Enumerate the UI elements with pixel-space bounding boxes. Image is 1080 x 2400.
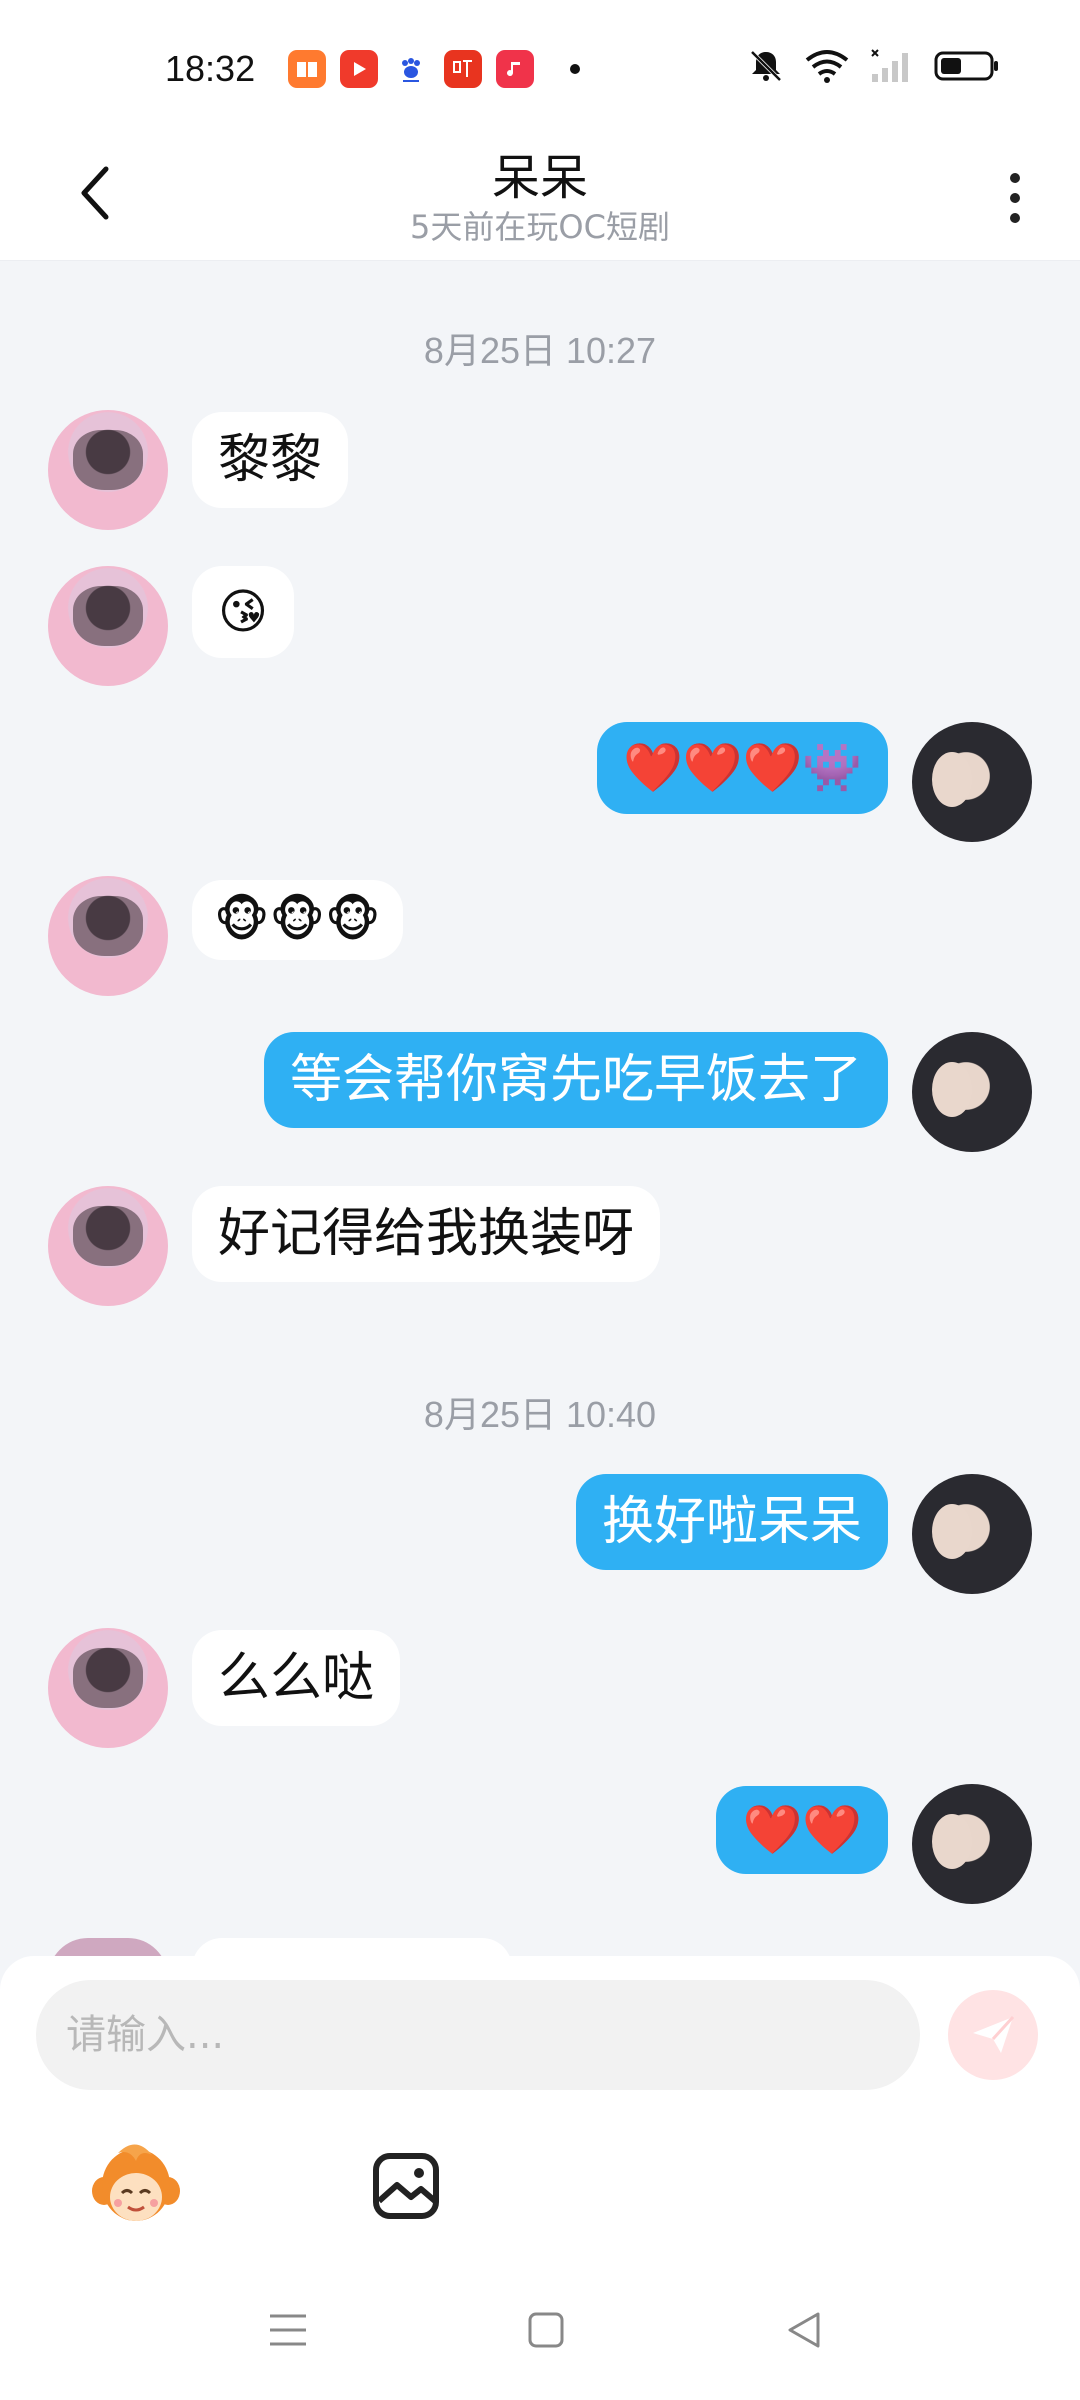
user-avatar[interactable] bbox=[912, 1784, 1032, 1904]
battery-icon bbox=[934, 51, 998, 81]
message-input[interactable] bbox=[36, 1980, 920, 2090]
user-avatar[interactable] bbox=[912, 1474, 1032, 1594]
incoming-message[interactable]: 🐵🐵🐵 bbox=[192, 880, 403, 960]
video-play-app-icon bbox=[340, 50, 378, 88]
status-app-icons bbox=[288, 50, 580, 88]
contact-avatar[interactable] bbox=[48, 410, 168, 530]
more-dot-icon bbox=[1010, 173, 1020, 183]
ting-audio-app-icon bbox=[444, 50, 482, 88]
incoming-message[interactable]: 好记得给我换装呀 bbox=[192, 1186, 661, 1282]
music-note-app-icon bbox=[496, 50, 534, 88]
chat-header: 呆呆 5天前在玩OC短剧 bbox=[0, 130, 1080, 261]
monkey-emoji-icon bbox=[92, 2144, 180, 2221]
emoji-button[interactable] bbox=[86, 2136, 186, 2236]
send-button[interactable] bbox=[948, 1990, 1038, 2080]
outgoing-message[interactable]: ❤️❤️❤️👾 bbox=[596, 722, 888, 814]
contact-avatar[interactable] bbox=[48, 1628, 168, 1748]
contact-avatar[interactable] bbox=[48, 876, 168, 996]
incoming-message[interactable]: 😘 bbox=[192, 566, 295, 658]
user-avatar[interactable] bbox=[912, 722, 1032, 842]
chat-title: 呆呆 bbox=[491, 150, 588, 206]
home-nav-button[interactable] bbox=[516, 2300, 576, 2360]
message-timestamp: 8月25日 10:27 bbox=[423, 330, 657, 371]
menu-nav-button[interactable] bbox=[258, 2300, 318, 2360]
mute-bell-icon bbox=[750, 50, 782, 82]
outgoing-message[interactable]: 等会帮你窝先吃早饭去了 bbox=[263, 1032, 888, 1128]
outgoing-message[interactable]: 换好啦呆呆 bbox=[575, 1474, 888, 1570]
baidu-paw-app-icon bbox=[392, 50, 430, 88]
more-dot-icon bbox=[1010, 193, 1020, 203]
status-right-icons bbox=[748, 48, 1000, 84]
menu-nav-icon bbox=[270, 2314, 306, 2346]
status-bar: 18:32 bbox=[0, 0, 1080, 130]
back-nav-button[interactable] bbox=[774, 2300, 834, 2360]
contact-avatar[interactable] bbox=[48, 566, 168, 686]
image-picker-button[interactable] bbox=[356, 2136, 456, 2236]
paper-plane-icon bbox=[973, 2015, 1015, 2053]
signal-icon bbox=[871, 49, 908, 82]
chat-subtitle: 5天前在玩OC短剧 bbox=[410, 208, 670, 246]
more-options-button[interactable] bbox=[990, 158, 1040, 238]
book-app-icon bbox=[288, 50, 326, 88]
outgoing-message[interactable]: ❤️❤️ bbox=[716, 1786, 888, 1874]
image-icon bbox=[373, 2153, 439, 2219]
back-nav-icon bbox=[788, 2312, 820, 2348]
notification-dot bbox=[570, 64, 580, 74]
status-time: 18:32 bbox=[165, 48, 256, 89]
contact-avatar[interactable] bbox=[48, 1186, 168, 1306]
incoming-message[interactable]: 么么哒 bbox=[192, 1630, 401, 1726]
more-dot-icon bbox=[1010, 213, 1020, 223]
message-timestamp: 8月25日 10:40 bbox=[423, 1394, 657, 1435]
home-nav-icon bbox=[528, 2312, 564, 2348]
user-avatar[interactable] bbox=[912, 1032, 1032, 1152]
incoming-message[interactable]: 黎黎 bbox=[192, 412, 349, 508]
wifi-icon bbox=[805, 50, 849, 83]
